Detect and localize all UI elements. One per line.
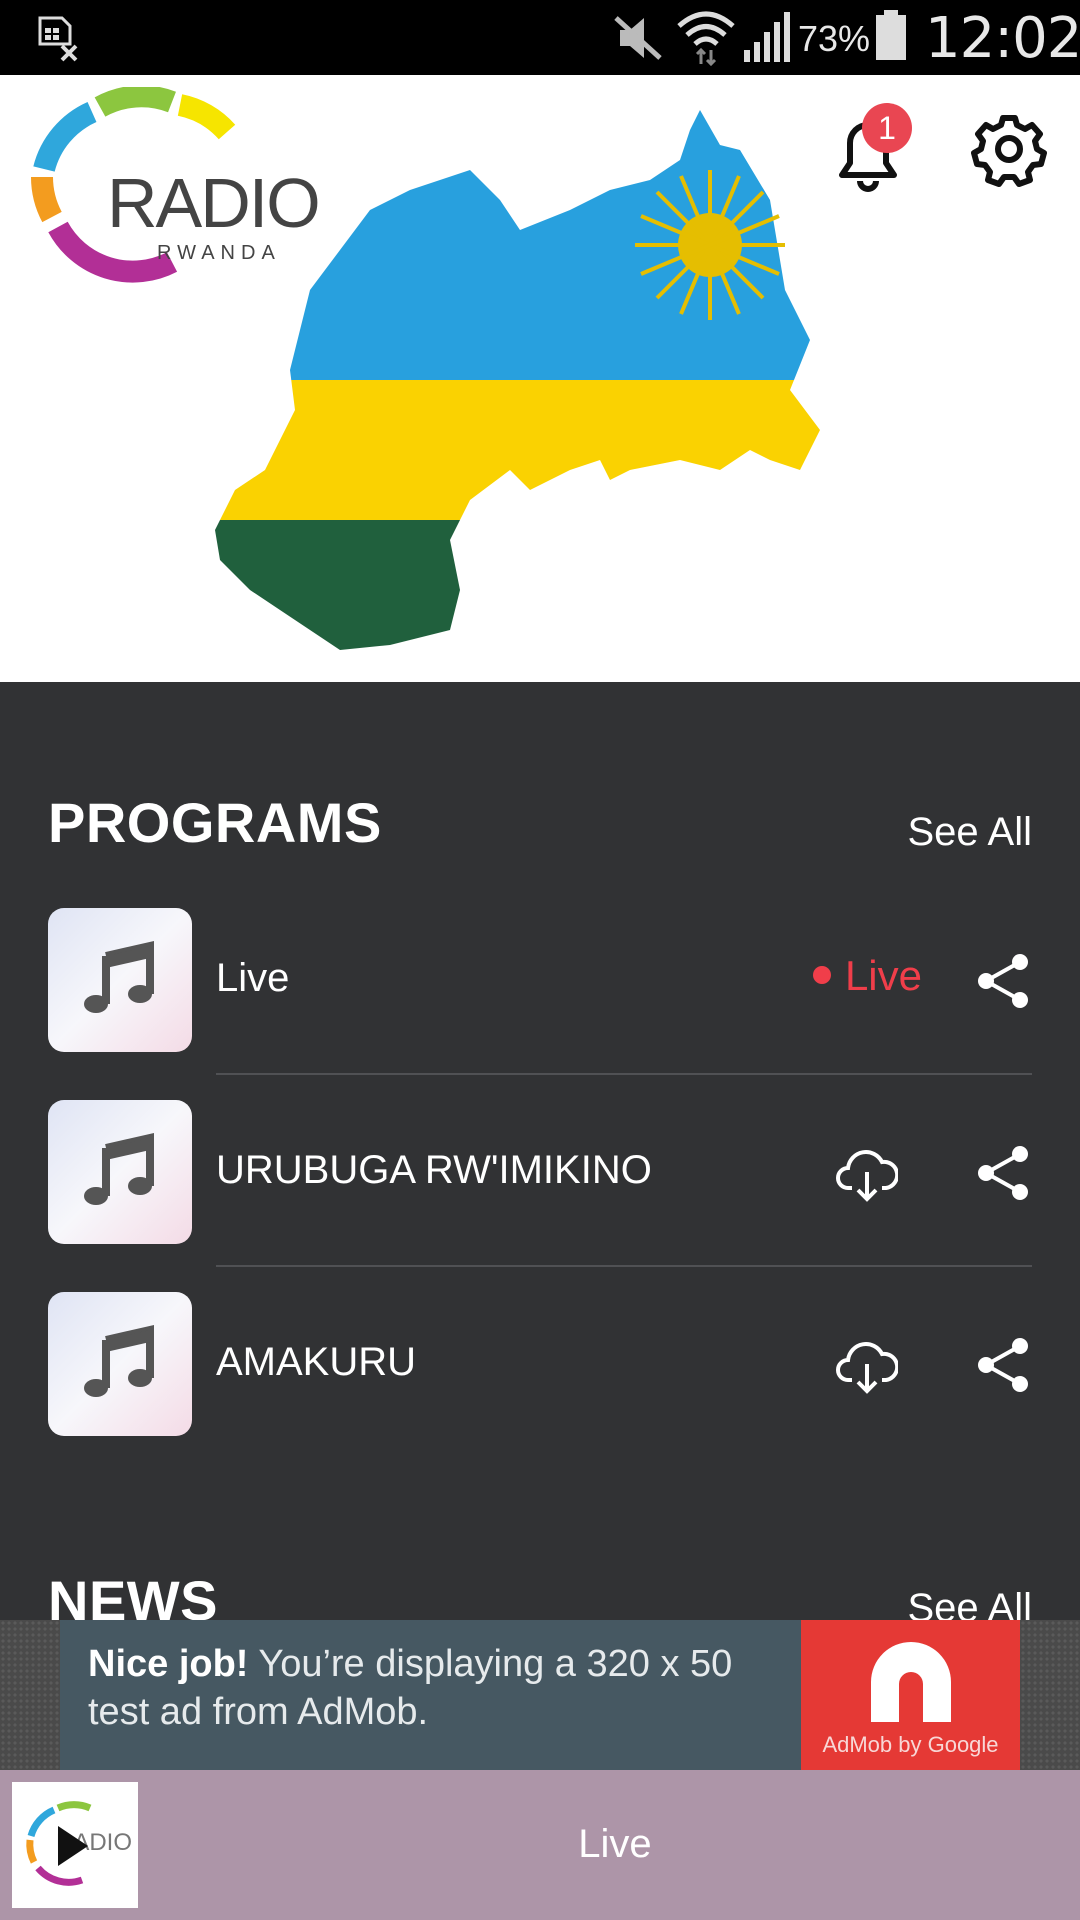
program-row-live[interactable]: Live Live — [48, 908, 1032, 1053]
program-row-urubuga[interactable]: URUBUGA RW'IMIKINO — [48, 1100, 1032, 1245]
program-title: Live — [216, 956, 290, 1000]
vibrate-mute-icon — [614, 16, 662, 60]
sun-icon — [635, 170, 785, 320]
program-thumbnail — [48, 1292, 192, 1436]
share-icon[interactable] — [974, 1336, 1032, 1394]
now-playing-title: Live — [578, 1822, 652, 1866]
cloud-download-icon[interactable] — [836, 1146, 898, 1202]
notification-badge: 1 — [862, 103, 912, 153]
program-row-amakuru[interactable]: AMAKURU — [48, 1292, 1032, 1437]
music-note-icon — [84, 1324, 154, 1397]
music-note-icon — [84, 1132, 154, 1205]
share-icon[interactable] — [974, 952, 1032, 1010]
live-dot-icon — [812, 965, 831, 984]
battery-percent: 73% — [798, 18, 871, 59]
programs-see-all-link[interactable]: See All — [907, 810, 1032, 855]
program-title: URUBUGA RW'IMIKINO — [216, 1148, 652, 1192]
header-banner: RADIO RWANDA 1 — [0, 75, 1080, 682]
music-note-icon — [84, 940, 154, 1013]
svg-text:RADIO: RADIO — [107, 164, 319, 242]
programs-title: PROGRAMS — [48, 791, 382, 854]
status-bar: 73% 12:02 — [0, 0, 1080, 75]
admob-brand-label: AdMob by Google — [822, 1732, 999, 1757]
admob-brand[interactable]: AdMob by Google — [801, 1620, 1020, 1770]
live-status-indicator: Live — [812, 952, 922, 1000]
divider — [216, 1265, 1032, 1267]
divider — [216, 1073, 1032, 1075]
ad-banner[interactable]: Nice job! You’re displaying a 320 x 50 t… — [0, 1620, 1080, 1770]
live-status-label: Live — [844, 952, 922, 999]
ad-text: Nice job! You’re displaying a 320 x 50 t… — [88, 1640, 788, 1736]
share-icon[interactable] — [974, 1144, 1032, 1202]
sim-card-missing-icon — [38, 16, 78, 62]
ad-content[interactable]: Nice job! You’re displaying a 320 x 50 t… — [60, 1620, 801, 1770]
program-thumbnail — [48, 1100, 192, 1244]
clock: 12:02 — [925, 6, 1080, 71]
program-title: AMAKURU — [216, 1340, 417, 1384]
wifi-icon — [677, 11, 735, 66]
ad-headline: Nice job! — [88, 1643, 249, 1685]
settings-gear-icon[interactable] — [970, 110, 1048, 188]
mini-player-bar[interactable]: RADIO Live — [0, 1770, 1080, 1920]
svg-text:RWANDA: RWANDA — [157, 242, 281, 264]
signal-strength-icon — [744, 12, 790, 62]
radio-rwanda-logo: RADIO RWANDA — [22, 85, 362, 297]
cloud-download-icon[interactable] — [836, 1338, 898, 1394]
program-thumbnail — [48, 908, 192, 1052]
battery-icon — [876, 10, 906, 60]
admob-logo-icon — [871, 1642, 951, 1722]
